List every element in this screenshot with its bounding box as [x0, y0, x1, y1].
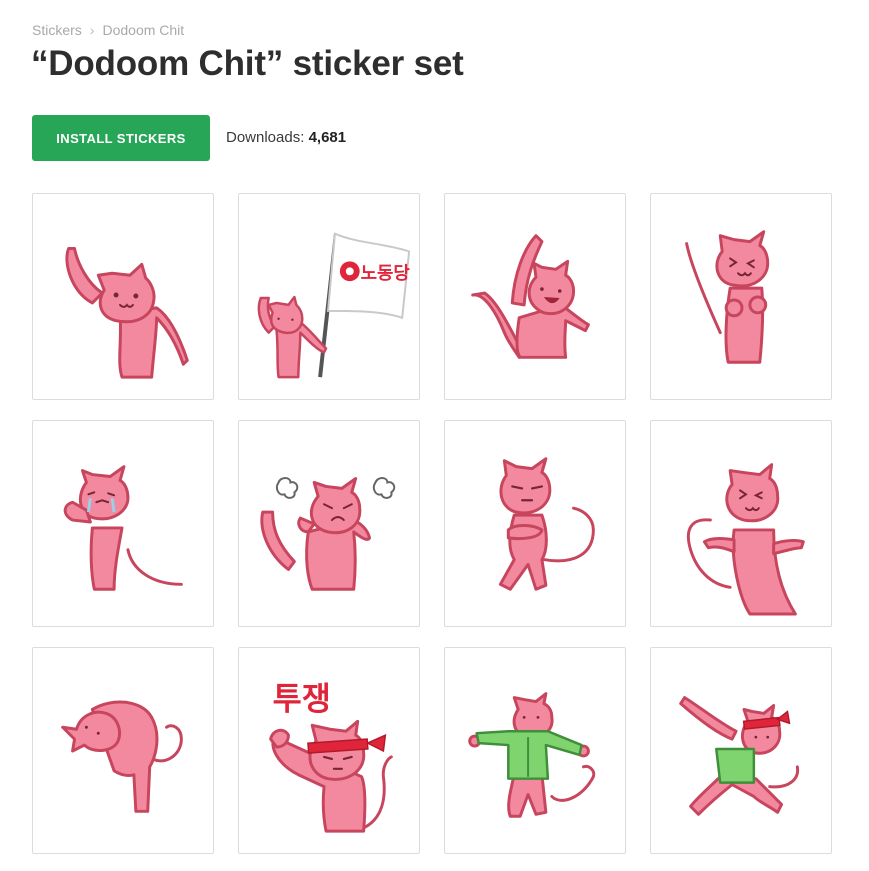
install-stickers-button[interactable]: INSTALL STICKERS	[32, 115, 210, 161]
downloads-count: 4,681	[308, 129, 347, 146]
breadcrumb-stickers-link[interactable]: Stickers	[32, 22, 82, 38]
sticker-card[interactable]	[650, 647, 832, 854]
sticker-grid: 노동당 투쟁	[32, 193, 832, 854]
cat-dab-icon	[679, 696, 800, 816]
cat-arms-crossed-icon	[498, 457, 595, 591]
sticker-card[interactable]	[444, 420, 626, 627]
page-title: “Dodoom Chit” sticker set	[31, 44, 464, 83]
cat-waving-icon	[65, 247, 189, 379]
sticker-card[interactable]	[238, 420, 420, 627]
sticker-card[interactable]	[444, 193, 626, 400]
cat-holding-flag-icon: 노동당	[257, 232, 411, 379]
breadcrumb: Stickers › Dodoom Chit	[32, 21, 184, 39]
fight-text: 투쟁	[273, 681, 331, 717]
sticker-card[interactable]	[32, 647, 214, 854]
sticker-card[interactable]	[444, 647, 626, 854]
cat-fight-headband-icon: 투쟁	[269, 681, 393, 833]
downloads-label: Downloads:	[226, 129, 305, 146]
sticker-card[interactable]	[650, 420, 832, 627]
cat-crying-icon	[63, 465, 183, 591]
sticker-card[interactable]	[32, 420, 214, 627]
sticker-card[interactable]: 노동당	[238, 193, 420, 400]
cat-bowing-icon	[61, 700, 183, 813]
downloads-info: Downloads: 4,681	[226, 129, 346, 146]
sticker-card[interactable]	[32, 193, 214, 400]
cat-angry-steam-icon	[260, 477, 396, 591]
flag-text: 노동당	[361, 263, 411, 284]
cat-pointing-wink-icon	[686, 463, 805, 616]
sticker-card[interactable]	[650, 193, 832, 400]
chevron-right-icon: ›	[89, 22, 95, 38]
sticker-card[interactable]: 투쟁	[238, 647, 420, 854]
cat-cheering-icon	[471, 234, 590, 359]
cat-green-shirt-icon	[468, 692, 596, 818]
breadcrumb-current: Dodoom Chit	[102, 22, 185, 38]
cat-happy-fists-icon	[685, 230, 770, 364]
